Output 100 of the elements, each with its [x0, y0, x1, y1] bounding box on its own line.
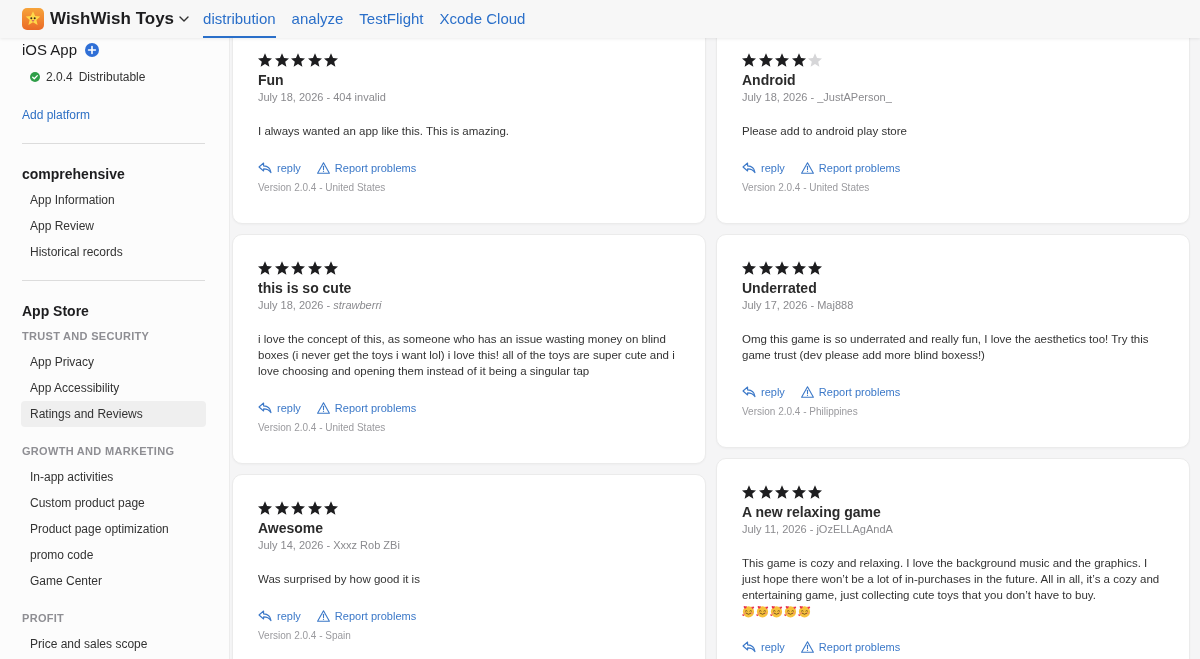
smiling-face-with-hearts-icon	[784, 605, 797, 618]
reply-button[interactable]: reply	[742, 638, 785, 656]
review-meta: July 14, 2026 - Xxxz Rob ZBi	[258, 538, 400, 553]
warning-icon	[316, 162, 330, 174]
star-icon	[274, 261, 289, 275]
sidebar-item[interactable]: App Privacy	[21, 349, 206, 375]
reply-arrow-icon	[258, 610, 272, 622]
sidebar-item[interactable]: In-app activities	[21, 464, 206, 490]
warning-icon	[316, 610, 330, 622]
sidebar-item[interactable]: Price and sales scope	[21, 631, 206, 657]
star-icon	[324, 53, 338, 67]
review-text: I always wanted an app like this. This is amazing.	[258, 124, 509, 139]
review-title: Android	[742, 71, 796, 90]
version-info: Version 2.0.4 - United States	[742, 181, 870, 195]
reply-button[interactable]: reply	[742, 383, 785, 401]
review-meta: July 18, 2026 - 404 invalid	[258, 90, 386, 105]
review-text: Was surprised by how good it is	[258, 572, 420, 587]
reply-arrow-icon	[258, 162, 272, 174]
review-meta: July 11, 2026 - jOzELLAgAndA	[742, 522, 893, 537]
review-text: This game is cozy and relaxing. I love the background music and the graphics. I just hope there won’t be a lot of in-purchases in the future. All in all, it’s a cozy and entertaining game, just collecting cute toys that you don’t have to buy.	[742, 556, 1161, 603]
report-problems-button[interactable]: Report problems	[800, 383, 901, 401]
report-problems-button[interactable]: Report problems	[316, 159, 417, 177]
add-platform-link[interactable]: Add platform	[22, 106, 91, 124]
smiling-face-with-hearts-icon	[756, 605, 769, 618]
report-problems-button[interactable]: Report problems	[316, 607, 417, 625]
star-icon	[742, 261, 756, 275]
star-icon	[324, 261, 338, 275]
reply-arrow-icon	[742, 162, 756, 174]
star-icon	[291, 501, 305, 515]
reply-button[interactable]: reply	[742, 159, 785, 177]
review-meta: July 18, 2026 - _JustAPerson_	[742, 90, 892, 105]
star-icon	[791, 53, 806, 67]
star-icon	[307, 261, 322, 275]
star-icon	[808, 53, 822, 67]
star-icon	[274, 53, 289, 67]
version-info: Version 2.0.4 - Spain	[258, 629, 351, 643]
sidebar-item[interactable]: Product page optimization	[21, 516, 206, 542]
star-icon	[758, 53, 773, 67]
version-info: Version 2.0.4 - United States	[258, 181, 386, 195]
smiling-face-with-hearts-icon	[770, 605, 783, 618]
nav-tab[interactable]: analyze	[291, 0, 344, 38]
sidebar-item[interactable]: Game Center	[21, 568, 206, 594]
reply-arrow-icon	[742, 386, 756, 398]
sidebar-item[interactable]: Ratings and Reviews	[21, 401, 206, 427]
add-icon[interactable]	[85, 43, 100, 57]
sidebar-item[interactable]: Custom product page	[21, 490, 206, 516]
reply-button[interactable]: reply	[258, 399, 301, 417]
star-icon	[291, 53, 305, 67]
star-icon	[775, 53, 789, 67]
review-text: Omg this game is so underrated and really fun, I love the aesthetics too! Try this game trust (dev please add more blind boxess!)	[742, 332, 1150, 363]
status-label: Distributable	[78, 69, 146, 86]
review-title: Underrated	[742, 279, 817, 298]
star-icon	[808, 485, 822, 499]
section-title: App Store	[22, 301, 89, 321]
nav-tab[interactable]: Xcode Cloud	[439, 0, 526, 38]
sidebar-item[interactable]: App Accessibility	[21, 375, 206, 401]
star-icon	[258, 53, 272, 67]
star-icon	[808, 261, 822, 275]
sidebar-item[interactable]: Historical records	[21, 239, 206, 265]
warning-icon	[800, 641, 814, 653]
reply-arrow-icon	[258, 402, 272, 414]
star-icon	[307, 53, 322, 67]
version-info: Version 2.0.4 - Philippines	[742, 405, 858, 419]
star-icon	[775, 485, 789, 499]
star-icon	[258, 501, 272, 515]
reply-arrow-icon	[742, 641, 756, 653]
star-icon	[291, 261, 305, 275]
checkmark-icon	[30, 72, 40, 82]
report-problems-button[interactable]: Report problems	[800, 159, 901, 177]
review-meta: July 18, 2026 - strawberri	[258, 298, 382, 313]
report-problems-button[interactable]: Report problems	[316, 399, 417, 417]
star-icon	[742, 485, 756, 499]
app-switcher[interactable]: WishWish Toys	[50, 8, 190, 30]
reply-button[interactable]: reply	[258, 159, 301, 177]
review-text: Please add to android play store	[742, 124, 907, 139]
star-app-icon	[22, 8, 44, 30]
star-icon	[758, 261, 773, 275]
reply-button[interactable]: reply	[258, 607, 301, 625]
version-info: Version 2.0.4 - United States	[258, 421, 386, 435]
star-icon	[791, 485, 806, 499]
warning-icon	[800, 162, 814, 174]
nav-tab[interactable]: TestFlight	[359, 0, 424, 38]
section-title: comprehensive	[22, 164, 125, 184]
star-icon	[775, 261, 789, 275]
review-title: Fun	[258, 71, 284, 90]
group-heading: GROWTH AND MARKETING	[22, 444, 175, 460]
star-icon	[758, 485, 773, 499]
sidebar-item[interactable]: promo code	[21, 542, 206, 568]
report-problems-button[interactable]: Report problems	[800, 638, 901, 656]
star-icon	[274, 501, 289, 515]
group-heading: TRUST AND SECURITY	[22, 329, 150, 345]
review-title: this is so cute	[258, 279, 352, 298]
sidebar-item[interactable]: App Review	[21, 213, 206, 239]
smiling-face-with-hearts-icon	[742, 605, 755, 618]
review-title: Awesome	[258, 519, 324, 538]
chevron-down-icon	[179, 16, 190, 22]
star-icon	[791, 261, 806, 275]
platform-title: iOS App	[22, 39, 78, 60]
review-title: A new relaxing game	[742, 503, 881, 522]
sidebar-item[interactable]: App Information	[21, 187, 206, 213]
